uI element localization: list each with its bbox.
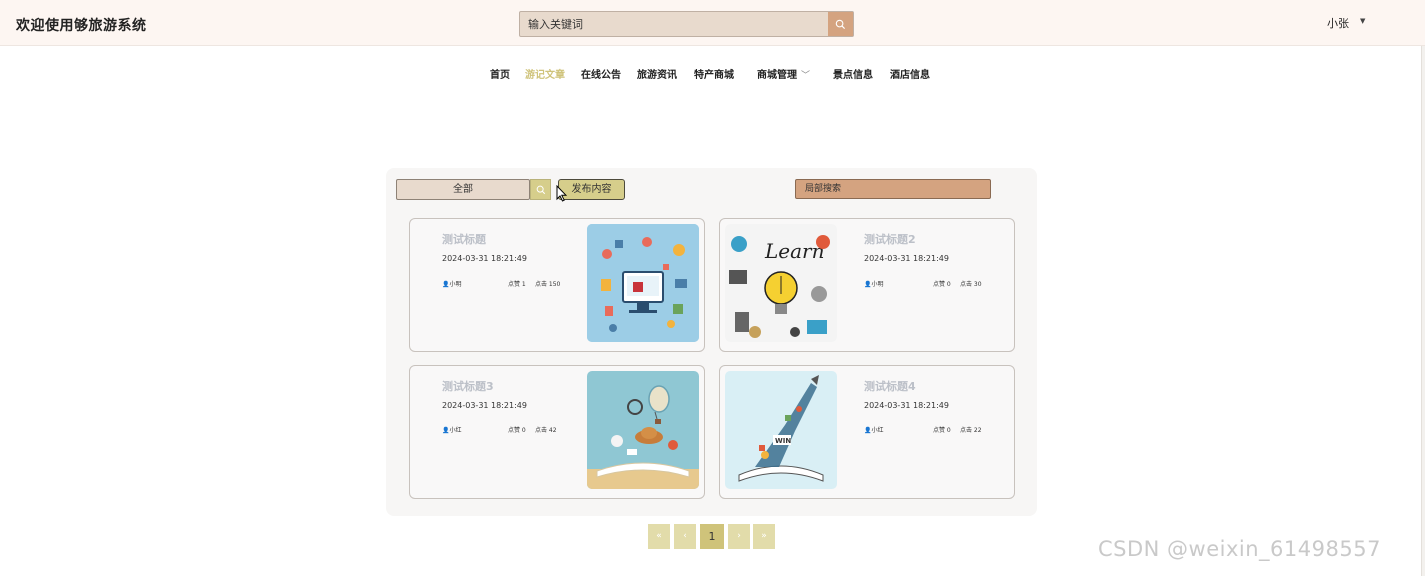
article-card[interactable]: 测试标题3 2024-03-31 18:21:49 👤小红 点赞 0 点击 42 xyxy=(409,365,705,499)
article-thumbnail xyxy=(587,224,699,342)
publish-content-button[interactable]: 发布内容 xyxy=(558,179,625,200)
chevron-down-icon: ﹀ xyxy=(801,71,811,81)
article-author-name: 小明 xyxy=(449,281,462,288)
top-bar: 欢迎使用够旅游系统 小张 ▼ xyxy=(0,0,1425,46)
pagination-last-button[interactable]: » xyxy=(753,524,775,549)
search-input[interactable] xyxy=(520,12,828,36)
article-clicks: 点击 150 xyxy=(535,281,561,288)
article-author-name: 小红 xyxy=(449,427,462,434)
article-title: 测试标题2 xyxy=(864,233,916,246)
article-author: 👤小红 xyxy=(864,425,884,434)
article-title: 测试标题4 xyxy=(864,380,916,393)
pagination-prev-button[interactable]: ‹ xyxy=(674,524,696,549)
article-author: 👤小明 xyxy=(864,279,884,288)
pagination-next-button[interactable]: › xyxy=(728,524,750,549)
nav-item-hotels[interactable]: 酒店信息 xyxy=(890,66,930,81)
article-title: 测试标题 xyxy=(442,233,486,246)
article-title: 测试标题3 xyxy=(442,380,494,393)
article-author-name: 小红 xyxy=(871,427,884,434)
page-scrollbar[interactable] xyxy=(1421,46,1425,576)
nav-item-travel-news[interactable]: 旅游资讯 xyxy=(637,66,677,81)
article-likes: 点赞 0 xyxy=(508,427,526,434)
article-thumbnail: WIN xyxy=(725,371,837,489)
mouse-cursor-icon xyxy=(556,185,567,202)
article-card[interactable]: 测试标题 2024-03-31 18:21:49 👤小明 点赞 1 点击 150 xyxy=(409,218,705,352)
search-button[interactable] xyxy=(828,12,853,36)
article-likes: 点赞 1 xyxy=(508,281,526,288)
category-filter-select[interactable]: 全部 xyxy=(396,179,530,200)
svg-text:Learn: Learn xyxy=(764,239,824,263)
article-likes: 点赞 0 xyxy=(933,427,951,434)
nav-item-specialty-mall[interactable]: 特产商城 xyxy=(694,66,734,81)
article-clicks: 点击 22 xyxy=(960,427,982,434)
caret-down-icon[interactable]: ▼ xyxy=(1360,17,1365,25)
search-icon xyxy=(536,185,545,194)
article-author-name: 小明 xyxy=(871,281,884,288)
pagination-first-button[interactable]: « xyxy=(648,524,670,549)
article-card[interactable]: WIN 测试标题4 2024-03-31 18:21:49 👤小红 点赞 0 点… xyxy=(719,365,1015,499)
search-box xyxy=(519,11,854,37)
site-title: 欢迎使用够旅游系统 xyxy=(16,18,147,34)
nav-item-mall-management-label: 商城管理 xyxy=(757,70,797,81)
article-thumbnail xyxy=(587,371,699,489)
article-author: 👤小明 xyxy=(442,279,462,288)
article-date: 2024-03-31 18:21:49 xyxy=(442,401,527,410)
nav-item-announcements[interactable]: 在线公告 xyxy=(581,66,621,81)
svg-text:WIN: WIN xyxy=(775,437,791,445)
article-thumbnail: Learn xyxy=(725,224,837,342)
article-date: 2024-03-31 18:21:49 xyxy=(442,254,527,263)
filter-search-button[interactable] xyxy=(530,179,551,200)
article-clicks: 点击 42 xyxy=(535,427,557,434)
local-search-button[interactable]: 局部搜索 xyxy=(795,179,991,199)
article-date: 2024-03-31 18:21:49 xyxy=(864,254,949,263)
article-clicks: 点击 30 xyxy=(960,281,982,288)
article-author: 👤小红 xyxy=(442,425,462,434)
article-card[interactable]: Learn 测试标题2 2024-03-31 18:21:49 👤小明 点赞 0… xyxy=(719,218,1015,352)
nav-item-travel-articles[interactable]: 游记文章 xyxy=(525,66,565,81)
article-date: 2024-03-31 18:21:49 xyxy=(864,401,949,410)
nav-item-scenic-spots[interactable]: 景点信息 xyxy=(833,66,873,81)
nav-item-home[interactable]: 首页 xyxy=(490,66,510,81)
search-icon xyxy=(835,19,846,29)
user-menu[interactable]: 小张 xyxy=(1327,15,1349,31)
article-likes: 点赞 0 xyxy=(933,281,951,288)
nav-item-mall-management[interactable]: 商城管理 ﹀ xyxy=(757,66,810,81)
watermark: CSDN @weixin_61498557 xyxy=(1098,537,1381,561)
pagination-page-current[interactable]: 1 xyxy=(700,524,724,549)
main-nav: 首页 游记文章 在线公告 旅游资讯 特产商城 商城管理 ﹀ 景点信息 酒店信息 xyxy=(0,66,1425,84)
